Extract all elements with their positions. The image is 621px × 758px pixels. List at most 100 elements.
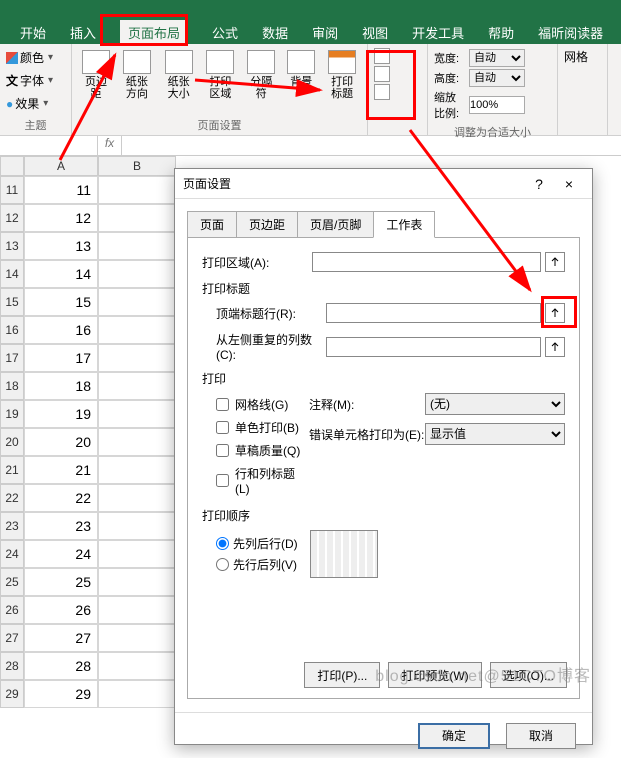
cell[interactable] (98, 176, 176, 204)
row-header[interactable]: 24 (0, 540, 24, 568)
row-header[interactable]: 15 (0, 288, 24, 316)
cell[interactable]: 20 (24, 428, 98, 456)
help-button[interactable]: ? (524, 176, 554, 192)
cell[interactable]: 16 (24, 316, 98, 344)
cell[interactable]: 28 (24, 652, 98, 680)
row-header[interactable]: 22 (0, 484, 24, 512)
cell[interactable]: 12 (24, 204, 98, 232)
ok-button[interactable]: 确定 (418, 723, 490, 749)
cell[interactable]: 21 (24, 456, 98, 484)
btn-print[interactable]: 打印(P)... (304, 662, 380, 688)
formula-input[interactable] (122, 136, 621, 155)
row-header[interactable]: 13 (0, 232, 24, 260)
theme-effects-button[interactable]: ●效果▾ (6, 94, 48, 113)
left-cols-input[interactable] (326, 337, 541, 357)
cell[interactable]: 17 (24, 344, 98, 372)
cell[interactable]: 22 (24, 484, 98, 512)
tab-view[interactable]: 视图 (362, 23, 388, 42)
cell[interactable] (98, 680, 176, 708)
cell[interactable] (98, 568, 176, 596)
row-header[interactable]: 16 (0, 316, 24, 344)
chk-rowcol[interactable] (216, 474, 229, 487)
cell[interactable]: 23 (24, 512, 98, 540)
dlg-tab-margin[interactable]: 页边距 (236, 211, 298, 238)
scale-pct-input[interactable] (469, 96, 525, 114)
dlg-tab-page[interactable]: 页面 (187, 211, 237, 238)
dlg-tab-sheet[interactable]: 工作表 (373, 211, 435, 238)
namebox[interactable] (0, 136, 98, 155)
row-header[interactable]: 18 (0, 372, 24, 400)
row-header[interactable]: 14 (0, 260, 24, 288)
print-area-picker[interactable] (545, 252, 565, 272)
print-titles-button[interactable]: 打印标题 (323, 48, 361, 102)
top-rows-picker[interactable] (545, 303, 565, 323)
cell[interactable] (98, 344, 176, 372)
cell[interactable]: 19 (24, 400, 98, 428)
cell[interactable]: 25 (24, 568, 98, 596)
row-header[interactable]: 20 (0, 428, 24, 456)
tab-foxit[interactable]: 福昕阅读器 (538, 23, 603, 42)
top-rows-input[interactable] (326, 303, 541, 323)
row-header[interactable]: 19 (0, 400, 24, 428)
chk-grid[interactable] (216, 398, 229, 411)
row-header[interactable]: 12 (0, 204, 24, 232)
fx-icon[interactable]: fx (98, 136, 122, 155)
orientation-button[interactable]: 纸张方向 (118, 48, 156, 102)
bring-forward-icon[interactable] (374, 48, 390, 64)
row-header[interactable]: 25 (0, 568, 24, 596)
cell[interactable] (98, 624, 176, 652)
cell[interactable]: 15 (24, 288, 98, 316)
breaks-button[interactable]: 分隔符 (243, 48, 279, 102)
row-header[interactable]: 26 (0, 596, 24, 624)
dlg-tab-header[interactable]: 页眉/页脚 (297, 211, 374, 238)
selection-pane-icon[interactable] (374, 84, 390, 100)
tab-developer[interactable]: 开发工具 (412, 23, 464, 42)
row-header[interactable]: 23 (0, 512, 24, 540)
cell[interactable]: 26 (24, 596, 98, 624)
tab-home[interactable]: 开始 (20, 23, 46, 42)
scale-width-select[interactable]: 自动 (469, 49, 525, 67)
chk-draft[interactable] (216, 444, 229, 457)
tab-formulas[interactable]: 公式 (212, 23, 238, 42)
cell[interactable] (98, 316, 176, 344)
row-header[interactable]: 11 (0, 176, 24, 204)
col-header-a[interactable]: A (24, 156, 98, 176)
cancel-button[interactable]: 取消 (506, 723, 576, 749)
size-button[interactable]: 纸张大小 (160, 48, 198, 102)
cell[interactable] (98, 512, 176, 540)
tab-help[interactable]: 帮助 (488, 23, 514, 42)
rad-down[interactable] (216, 537, 229, 550)
print-area-button[interactable]: 打印区域 (202, 48, 240, 102)
row-header[interactable]: 27 (0, 624, 24, 652)
cell[interactable]: 27 (24, 624, 98, 652)
row-header[interactable]: 29 (0, 680, 24, 708)
left-cols-picker[interactable] (545, 337, 565, 357)
cell[interactable] (98, 400, 176, 428)
background-button[interactable]: 背景 (283, 48, 319, 90)
tab-review[interactable]: 审阅 (312, 23, 338, 42)
row-header[interactable]: 17 (0, 344, 24, 372)
cell[interactable] (98, 260, 176, 288)
cell[interactable] (98, 204, 176, 232)
cell[interactable] (98, 372, 176, 400)
cell[interactable]: 24 (24, 540, 98, 568)
cell[interactable]: 11 (24, 176, 98, 204)
tab-page-layout[interactable]: 页面布局 (120, 20, 188, 45)
cell[interactable]: 14 (24, 260, 98, 288)
close-button[interactable]: × (554, 176, 584, 192)
chk-mono[interactable] (216, 421, 229, 434)
rad-over[interactable] (216, 558, 229, 571)
cell[interactable] (98, 232, 176, 260)
row-header[interactable]: 28 (0, 652, 24, 680)
cell[interactable]: 13 (24, 232, 98, 260)
cell[interactable] (98, 652, 176, 680)
err-select[interactable]: 显示值 (425, 423, 565, 445)
margins-button[interactable]: 页边距 (78, 48, 114, 102)
col-header-b[interactable]: B (98, 156, 176, 176)
cell[interactable]: 18 (24, 372, 98, 400)
anno-select[interactable]: (无) (425, 393, 565, 415)
cell[interactable] (98, 456, 176, 484)
cell[interactable] (98, 484, 176, 512)
tab-data[interactable]: 数据 (262, 23, 288, 42)
scale-height-select[interactable]: 自动 (469, 69, 525, 87)
